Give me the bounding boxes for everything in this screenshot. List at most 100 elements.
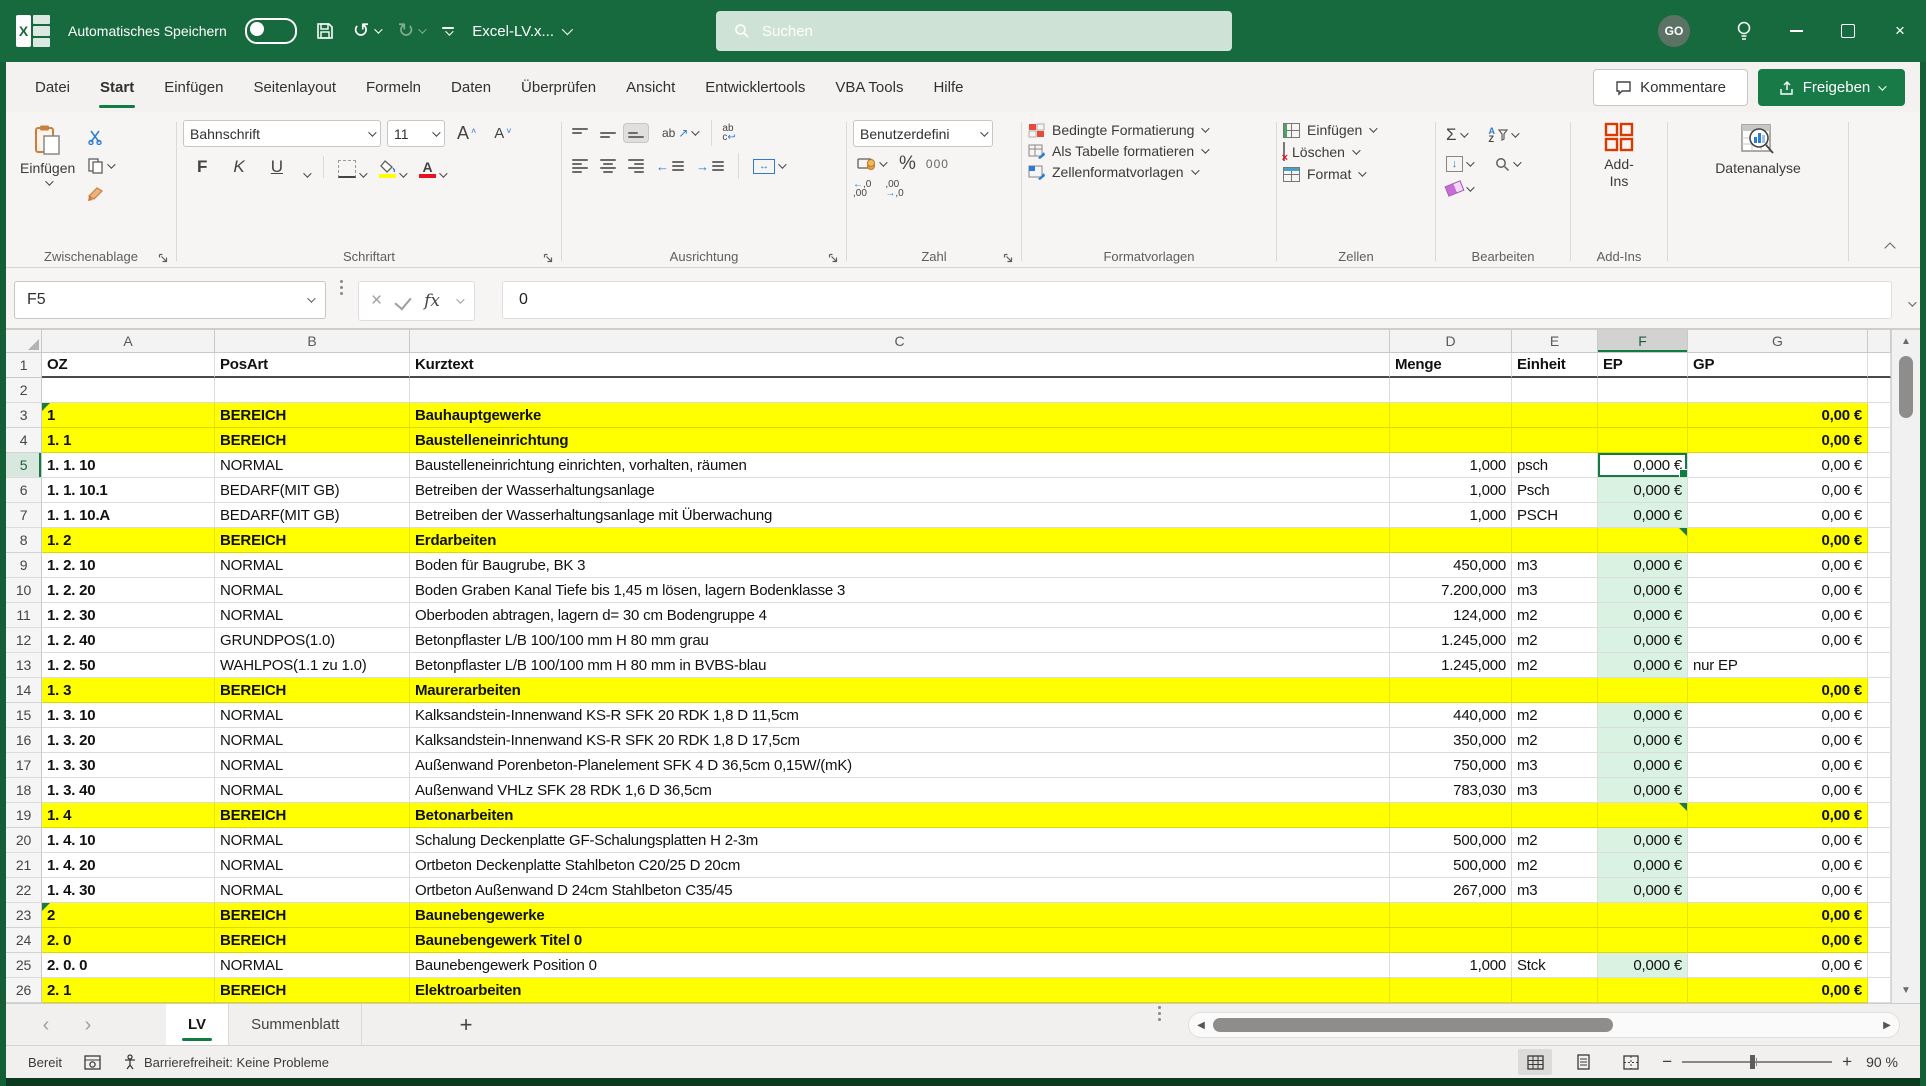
cell-E2[interactable] — [1512, 378, 1598, 403]
cell-A13[interactable]: 1. 2. 50 — [42, 653, 215, 678]
cell-B7[interactable]: BEDARF(MIT GB) — [215, 503, 410, 528]
zoom-out-icon[interactable]: − — [1662, 1052, 1672, 1072]
cell-filler-20[interactable] — [1868, 828, 1891, 853]
cell-E12[interactable]: m2 — [1512, 628, 1598, 653]
cell-E23[interactable] — [1512, 903, 1598, 928]
cell-B21[interactable]: NORMAL — [215, 853, 410, 878]
cell-C24[interactable]: Baunebengewerk Titel 0 — [410, 928, 1390, 953]
cell-G7[interactable]: 0,00 € — [1688, 503, 1868, 528]
cell-G8[interactable]: 0,00 € — [1688, 528, 1868, 553]
cell-B14[interactable]: BEREICH — [215, 678, 410, 703]
cell-E25[interactable]: Stck — [1512, 953, 1598, 978]
cell-F14[interactable] — [1598, 678, 1688, 703]
cell-D1[interactable]: Menge — [1390, 353, 1512, 378]
insert-cells-button[interactable]: Einfügen — [1283, 122, 1429, 138]
cell-C8[interactable]: Erdarbeiten — [410, 528, 1390, 553]
cell-G20[interactable]: 0,00 € — [1688, 828, 1868, 853]
cell-A26[interactable]: 2. 1 — [42, 978, 215, 1003]
cell-D23[interactable] — [1390, 903, 1512, 928]
cell-C14[interactable]: Maurerarbeiten — [410, 678, 1390, 703]
cell-E1[interactable]: Einheit — [1512, 353, 1598, 378]
sheet-tab-lv[interactable]: LV — [166, 1004, 230, 1045]
row-header-25[interactable]: 25 — [6, 953, 42, 978]
zoom-in-icon[interactable]: + — [1842, 1052, 1852, 1072]
cell-C5[interactable]: Baustelleneinrichtung einrichten, vorhal… — [410, 453, 1390, 478]
font-name-select[interactable]: Bahnschrift — [183, 120, 381, 147]
conditional-formatting-button[interactable]: Bedingte Formatierung — [1028, 122, 1270, 138]
column-header-A[interactable]: A — [42, 330, 215, 353]
lightbulb-icon[interactable] — [1718, 0, 1770, 62]
cell-B19[interactable]: BEREICH — [215, 803, 410, 828]
row-header-22[interactable]: 22 — [6, 878, 42, 903]
cell-F5[interactable]: 0,000 € — [1598, 453, 1688, 478]
row-header-19[interactable]: 19 — [6, 803, 42, 828]
row-header-26[interactable]: 26 — [6, 978, 42, 1003]
cell-E4[interactable] — [1512, 428, 1598, 453]
paste-button[interactable]: Einfügen — [12, 120, 83, 245]
cell-B5[interactable]: NORMAL — [215, 453, 410, 478]
font-color-button[interactable]: A — [419, 160, 448, 178]
cell-A8[interactable]: 1. 2 — [42, 528, 215, 553]
cell-A18[interactable]: 1. 3. 40 — [42, 778, 215, 803]
cell-filler-15[interactable] — [1868, 703, 1891, 728]
cell-F11[interactable]: 0,000 € — [1598, 603, 1688, 628]
align-right-icon[interactable] — [624, 155, 648, 177]
cell-B2[interactable] — [215, 378, 410, 403]
percent-style-button[interactable]: % — [899, 153, 916, 175]
row-header-1[interactable]: 1 — [6, 353, 42, 378]
font-size-select[interactable]: 11 — [387, 120, 445, 147]
cell-filler-13[interactable] — [1868, 653, 1891, 678]
autosave-toggle[interactable] — [244, 18, 297, 44]
data-analysis-button[interactable]: Datenanalyse — [1674, 120, 1842, 180]
cell-E26[interactable] — [1512, 978, 1598, 1003]
cell-filler-3[interactable] — [1868, 403, 1891, 428]
cell-B18[interactable]: NORMAL — [215, 778, 410, 803]
cell-C7[interactable]: Betreiben der Wasserhaltungsanlage mit Ü… — [410, 503, 1390, 528]
cell-G13[interactable]: nur EP — [1688, 653, 1868, 678]
cell-G5[interactable]: 0,00 € — [1688, 453, 1868, 478]
cell-D16[interactable]: 350,000 — [1390, 728, 1512, 753]
cell-C1[interactable]: Kurztext — [410, 353, 1390, 378]
cell-E9[interactable]: m3 — [1512, 553, 1598, 578]
cell-filler-21[interactable] — [1868, 853, 1891, 878]
column-header-D[interactable]: D — [1390, 330, 1512, 353]
cell-C26[interactable]: Elektroarbeiten — [410, 978, 1390, 1003]
avatar[interactable]: GO — [1658, 15, 1690, 47]
italic-button[interactable]: K — [227, 156, 250, 178]
cell-A6[interactable]: 1. 1. 10.1 — [42, 478, 215, 503]
cell-G11[interactable]: 0,00 € — [1688, 603, 1868, 628]
cell-filler-24[interactable] — [1868, 928, 1891, 953]
cell-D18[interactable]: 783,030 — [1390, 778, 1512, 803]
format-cells-button[interactable]: Format — [1283, 166, 1429, 182]
row-header-8[interactable]: 8 — [6, 528, 42, 553]
cell-filler-10[interactable] — [1868, 578, 1891, 603]
cell-D4[interactable] — [1390, 428, 1512, 453]
cell-F7[interactable]: 0,000 € — [1598, 503, 1688, 528]
row-header-15[interactable]: 15 — [6, 703, 42, 728]
merge-center-button[interactable]: ↔ — [749, 156, 788, 177]
comments-button[interactable]: Kommentare — [1593, 69, 1748, 106]
cell-A1[interactable]: OZ — [42, 353, 215, 378]
decrease-decimal-icon[interactable]: ,00 →,0 — [885, 180, 903, 199]
add-sheet-button[interactable]: + — [446, 1004, 486, 1046]
cell-filler-8[interactable] — [1868, 528, 1891, 553]
cell-A7[interactable]: 1. 1. 10.A — [42, 503, 215, 528]
align-left-icon[interactable] — [568, 155, 592, 177]
cell-C17[interactable]: Außenwand Porenbeton-Planelement SFK 4 D… — [410, 753, 1390, 778]
cell-filler-14[interactable] — [1868, 678, 1891, 703]
column-header-G[interactable]: G — [1688, 330, 1868, 353]
search-input[interactable]: Suchen — [716, 11, 1232, 51]
cell-filler-16[interactable] — [1868, 728, 1891, 753]
cell-A10[interactable]: 1. 2. 20 — [42, 578, 215, 603]
minimize-button[interactable] — [1770, 0, 1822, 62]
cell-filler-11[interactable] — [1868, 603, 1891, 628]
sheet-tab-summenblatt[interactable]: Summenblatt — [229, 1004, 363, 1045]
cut-button[interactable] — [83, 126, 117, 148]
currency-format-button[interactable] — [853, 154, 889, 174]
cell-G19[interactable]: 0,00 € — [1688, 803, 1868, 828]
cell-D11[interactable]: 124,000 — [1390, 603, 1512, 628]
cell-C6[interactable]: Betreiben der Wasserhaltungsanlage — [410, 478, 1390, 503]
share-button[interactable]: Freigeben — [1758, 69, 1905, 106]
cell-D8[interactable] — [1390, 528, 1512, 553]
cell-B16[interactable]: NORMAL — [215, 728, 410, 753]
